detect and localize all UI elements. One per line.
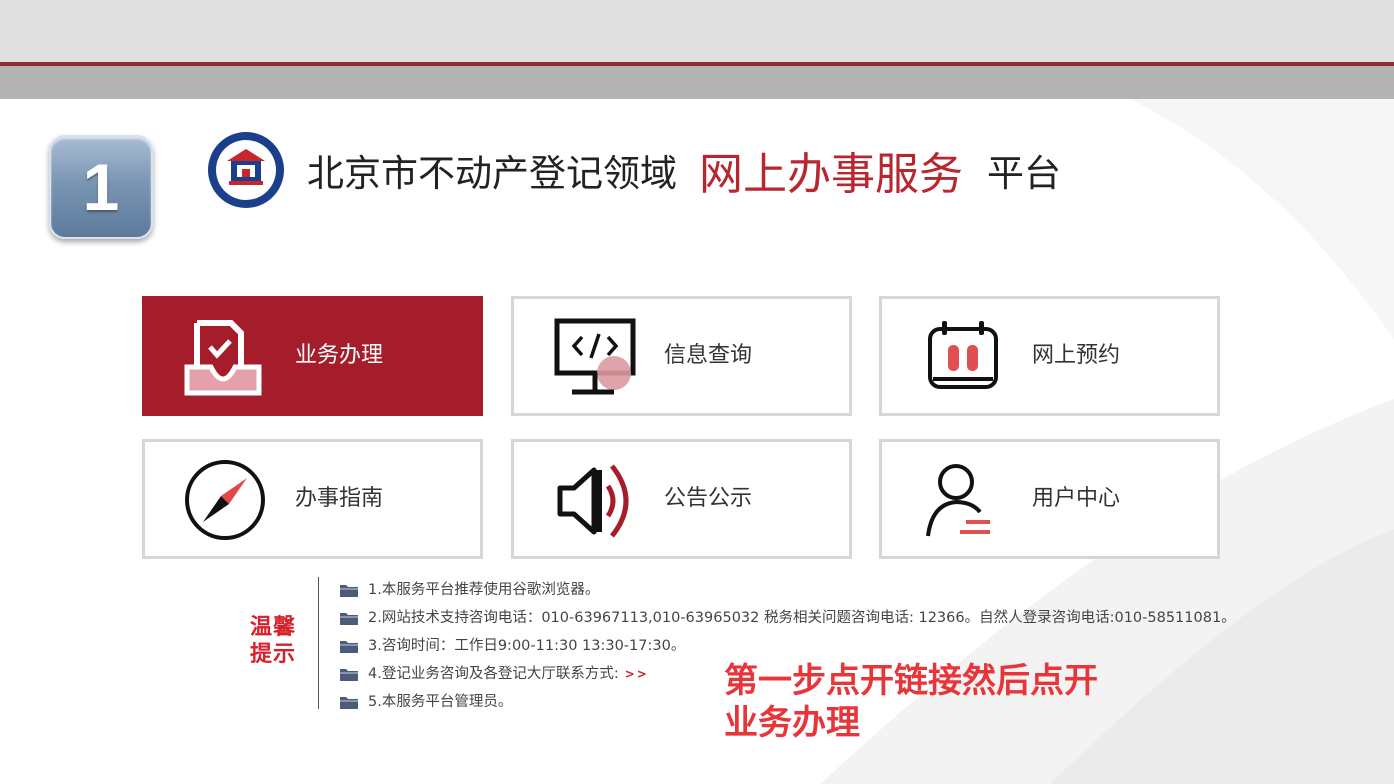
calendar-icon [928,321,998,389]
tile-user-center[interactable]: 用户中心 [879,439,1220,559]
tip-item: 3.咨询时间：工作日9:00-11:30 13:30-17:30。 [340,632,1236,660]
title-highlight: 网上办事服务 [699,149,963,200]
tip-text: 5.本服务平台管理员。 [368,694,513,710]
tile-label: 业务办理 [295,343,384,368]
annotation-line1: 第一步点开链接然后点开 [724,661,1098,701]
tile-information-query[interactable]: 信息查询 [511,296,852,416]
tip-text: 1.本服务平台推荐使用谷歌浏览器。 [368,582,600,598]
tile-service-guide[interactable]: 办事指南 [142,439,483,559]
compass-icon [185,460,265,540]
tile-label: 用户中心 [1032,486,1121,511]
folder-icon [340,585,358,597]
folder-icon [340,669,358,681]
instruction-annotation: 第一步点开链接然后点开 业务办理 [724,660,1098,744]
tip-item: 1.本服务平台推荐使用谷歌浏览器。 [340,576,1236,604]
folder-icon [340,613,358,625]
tips-title: 温馨提示 [250,615,297,667]
tips-divider [318,577,319,709]
monitor-code-icon [554,318,636,395]
annotation-line2: 业务办理 [724,703,860,743]
contact-more-link[interactable]: >> [625,663,649,685]
tip-text: 2.网站技术支持咨询电话：010-63967113,010-63965032 税… [368,610,1236,626]
title-part1: 北京市不动产登记领域 [307,152,677,195]
user-icon [926,464,990,537]
folder-icon [340,697,358,709]
speaker-icon [557,464,629,538]
tip-text: 4.登记业务咨询及各登记大厅联系方式: [368,666,619,682]
step-number: 1 [82,150,120,224]
inbox-check-icon [184,320,262,396]
page-title: 北京市不动产登记领域 网上办事服务 平台 [307,142,1061,200]
tile-announcements[interactable]: 公告公示 [511,439,852,559]
tile-label: 网上预约 [1032,343,1121,368]
top-band [0,0,1394,62]
tip-item: 2.网站技术支持咨询电话：010-63967113,010-63965032 税… [340,604,1236,632]
tile-label: 公告公示 [664,486,753,511]
tile-label: 信息查询 [664,343,753,368]
tip-text: 3.咨询时间：工作日9:00-11:30 13:30-17:30。 [368,638,686,654]
title-part2: 平台 [987,152,1061,195]
folder-icon [340,641,358,653]
step-number-badge: 1 [49,135,153,239]
tile-label: 办事指南 [295,486,384,511]
real-estate-registration-logo [208,132,284,208]
tile-online-appointment[interactable]: 网上预约 [879,296,1220,416]
top-gray-bar [0,66,1394,99]
tile-business-processing[interactable]: 业务办理 [142,296,483,416]
